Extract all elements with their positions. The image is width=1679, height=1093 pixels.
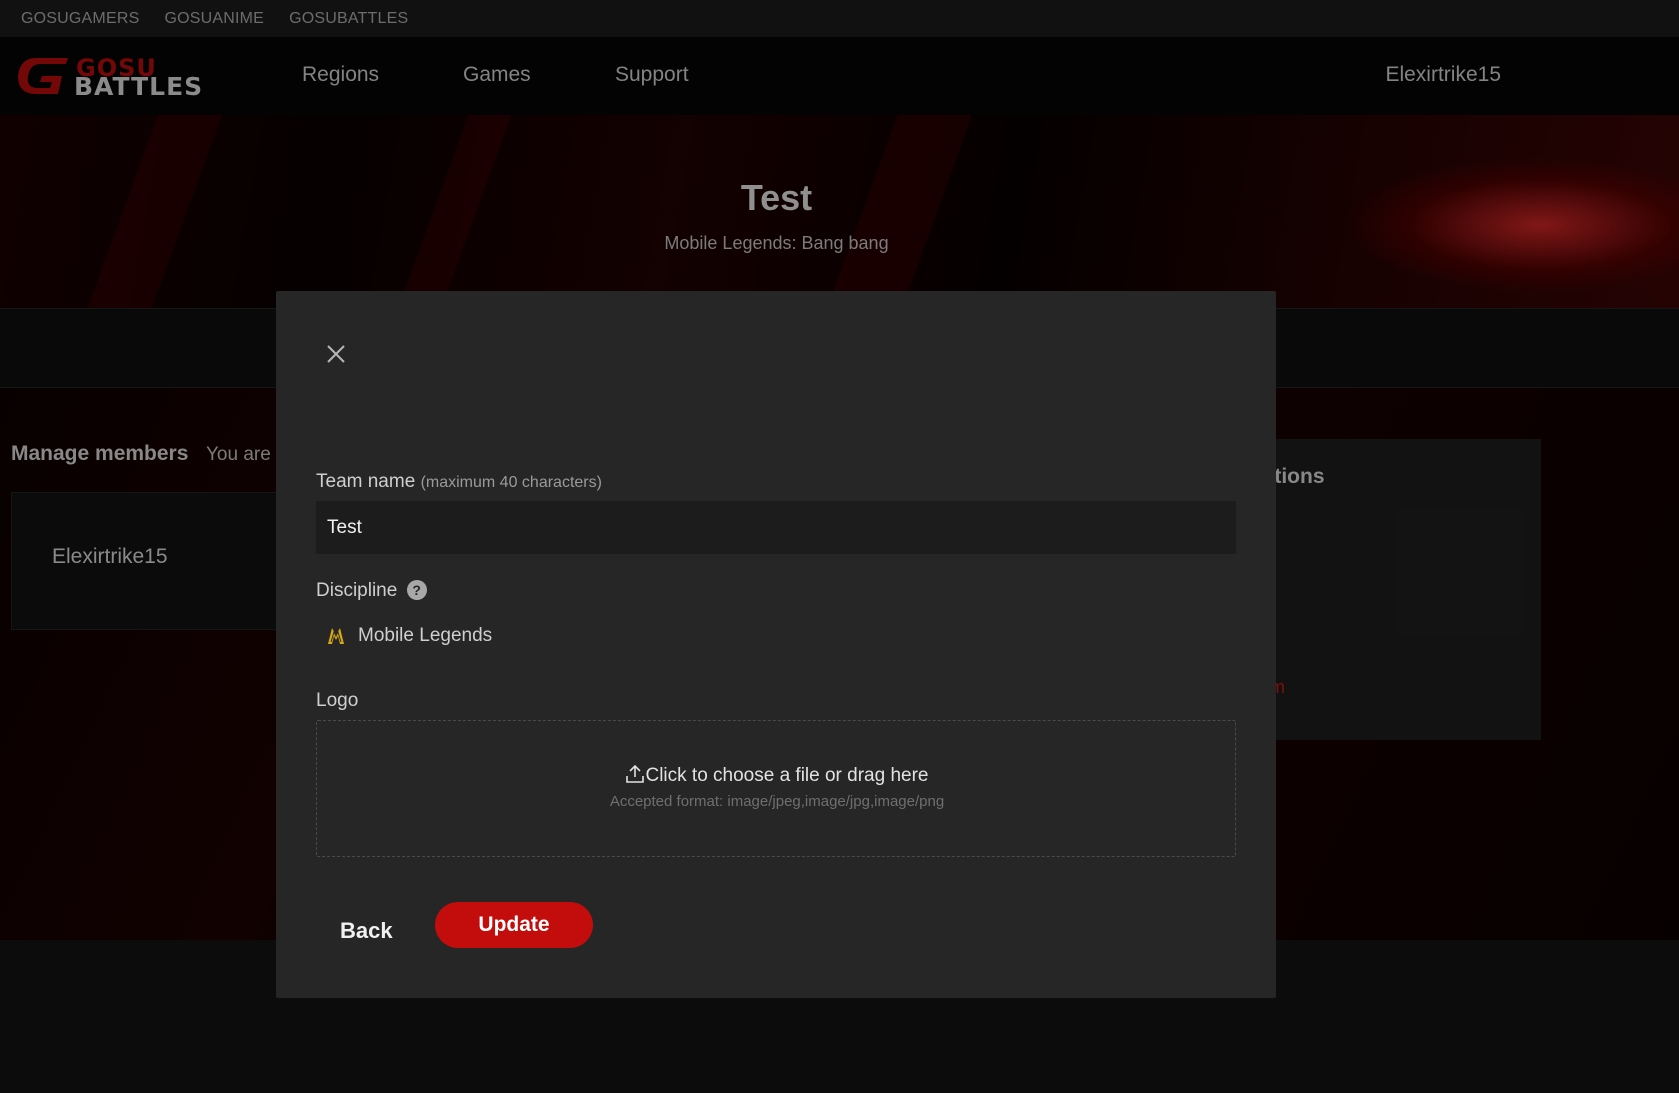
close-icon[interactable] [325,343,347,365]
back-button[interactable]: Back [340,918,393,944]
dropzone-instruction: Click to choose a file or drag here [317,764,1237,787]
discipline-name: Mobile Legends [358,625,493,646]
team-name-label: Team name (maximum 40 characters) [316,471,602,493]
logo-label: Logo [316,690,359,711]
dropzone-format-hint: Accepted format: image/jpeg,image/jpg,im… [609,793,945,810]
upload-icon [626,764,645,783]
discipline-label-text: Discipline [316,580,398,601]
discipline-value: Mobile Legends [326,625,492,647]
logo-upload-dropzone[interactable]: Click to choose a file or drag here Acce… [316,720,1236,857]
mobile-legends-icon [328,628,344,644]
edit-team-modal: Team name (maximum 40 characters) Discip… [276,291,1276,998]
update-button[interactable]: Update [435,902,593,948]
discipline-label: Discipline ? [316,580,427,602]
team-name-label-text: Team name [316,471,416,492]
team-name-hint: (maximum 40 characters) [420,474,602,491]
help-icon[interactable]: ? [406,580,427,600]
team-name-input[interactable] [316,501,1236,554]
dropzone-text: Click to choose a file or drag here [645,765,929,786]
